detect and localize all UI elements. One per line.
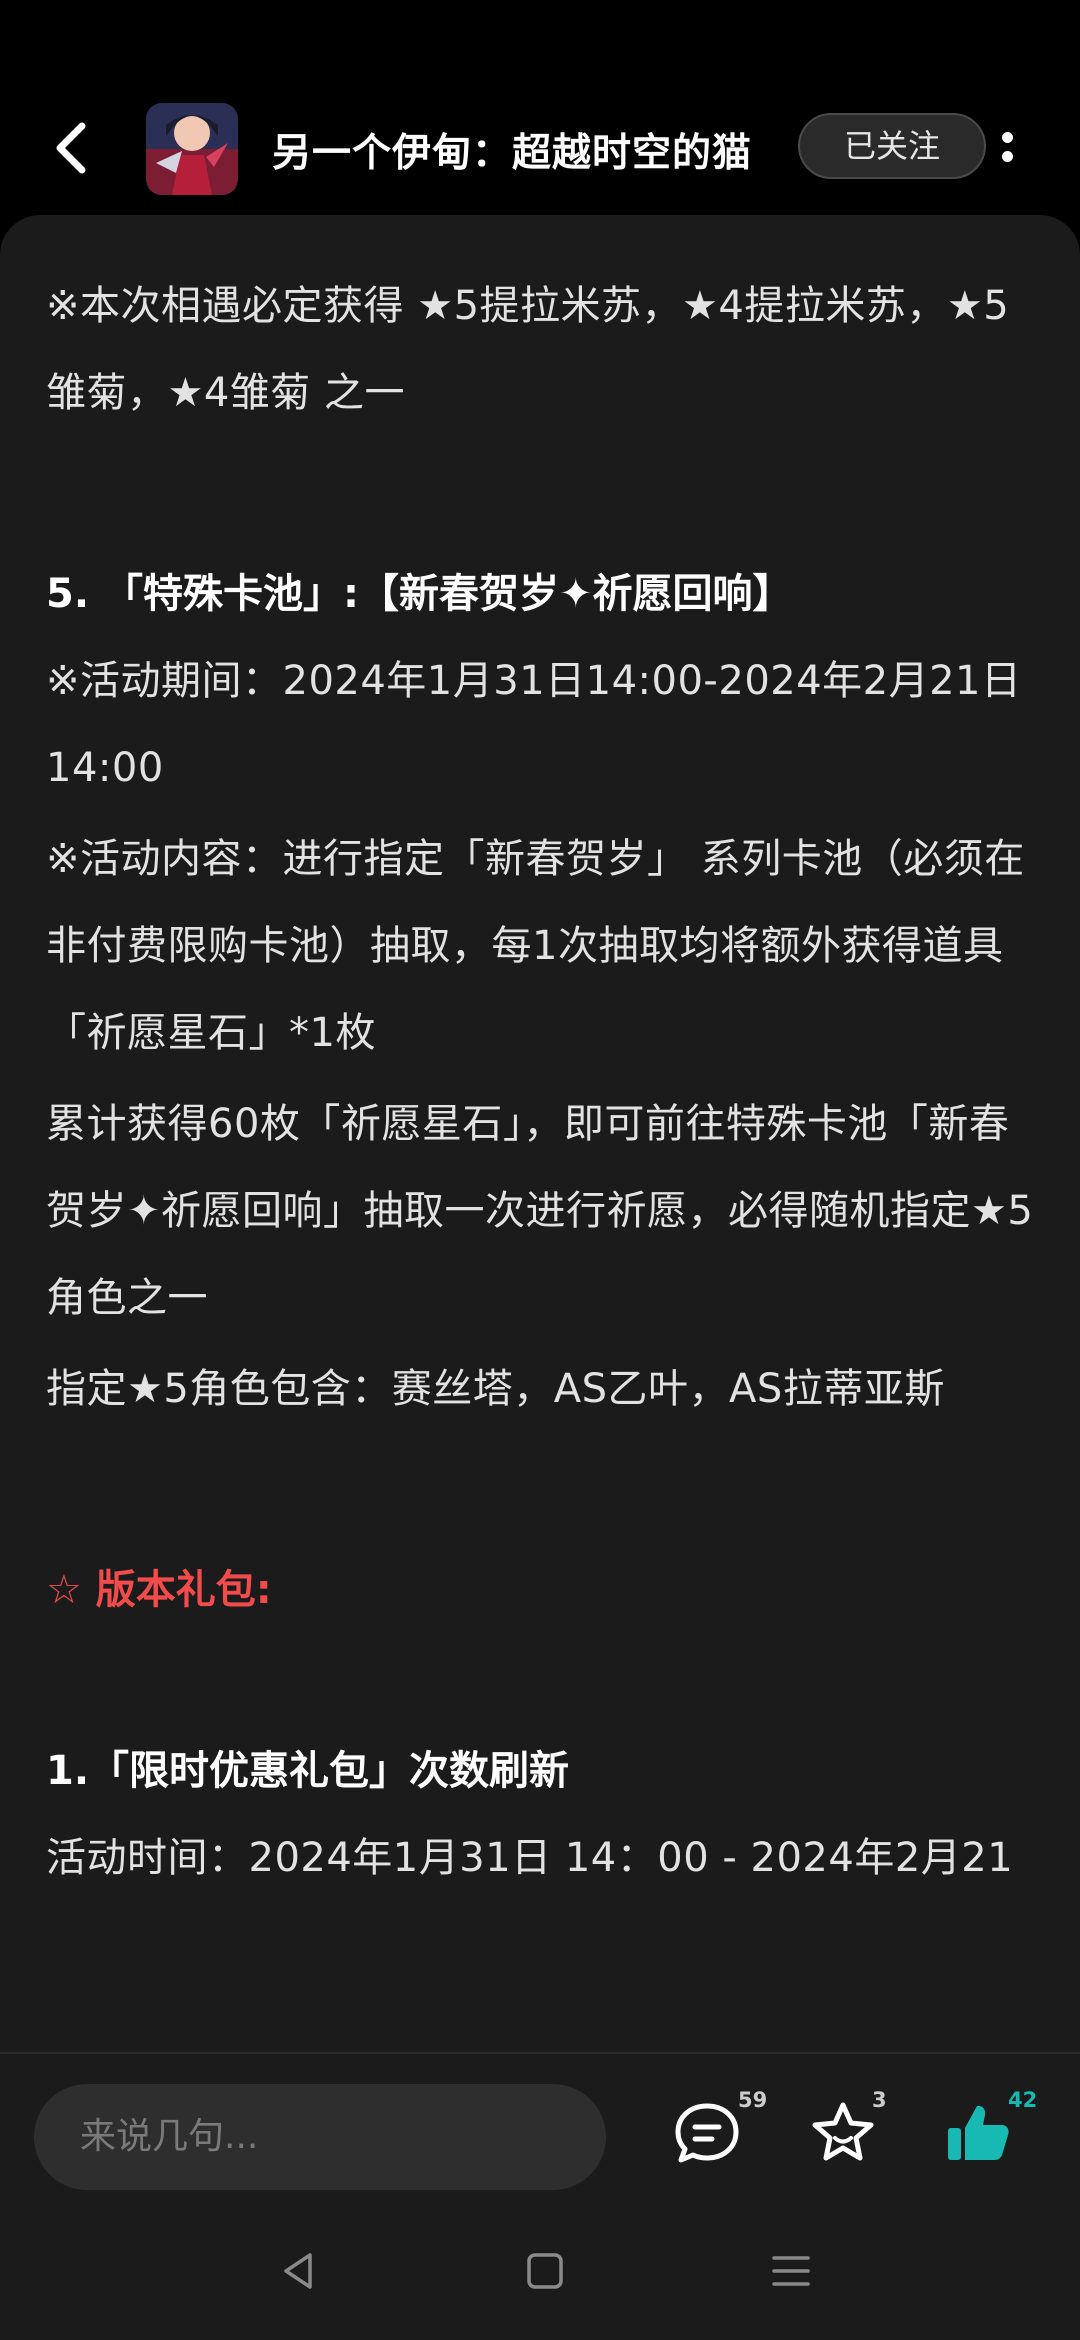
star-icon bbox=[812, 2102, 874, 2161]
nav-home-button[interactable] bbox=[520, 2246, 570, 2296]
top-app-bar: 另一个伊甸：超越时空的猫 已关注 bbox=[0, 0, 1080, 215]
like-count: 42 bbox=[1008, 2088, 1038, 2112]
comment-button[interactable] bbox=[672, 2098, 742, 2168]
follow-button[interactable]: 已关注 bbox=[798, 113, 986, 179]
article-paragraph: 累计获得60枚「祈愿星石」，即可前往特殊卡池「新春贺岁✦祈愿回响」抽取一次进行祈… bbox=[46, 1101, 1034, 1321]
article-paragraph: ※本次相遇必定获得 ★5提拉米苏，★4提拉米苏，★5雏菊，★4雏菊 之一 bbox=[46, 283, 1010, 416]
square-home-icon bbox=[527, 2253, 563, 2289]
page-title: 另一个伊甸：超越时空的猫 bbox=[272, 131, 753, 176]
more-vertical-icon bbox=[992, 132, 1022, 162]
like-button[interactable] bbox=[944, 2098, 1014, 2168]
favorite-button[interactable] bbox=[808, 2098, 878, 2168]
back-button[interactable] bbox=[44, 112, 104, 184]
bottom-action-bar: 来说几句... 59 3 42 bbox=[0, 2052, 1080, 2204]
favorite-count: 3 bbox=[872, 2088, 887, 2112]
system-navigation-bar bbox=[0, 2202, 1080, 2340]
game-avatar[interactable] bbox=[146, 103, 238, 195]
article-paragraph: ※活动期间：2024年1月31日14:00-2024年2月21日14:00 bbox=[46, 658, 1022, 791]
article-card: 活动期间限1次 ※本次相遇必定获得 ★5提拉米苏，★4提拉米苏，★5雏菊，★4雏… bbox=[0, 215, 1080, 2055]
thumbs-up-icon bbox=[948, 2105, 1009, 2160]
article-body: ※本次相遇必定获得 ★5提拉米苏，★4提拉米苏，★5雏菊，★4雏菊 之一 5. … bbox=[46, 263, 1036, 1906]
section-heading: 5. 「特殊卡池」:【新春贺岁✦祈愿回响】 bbox=[46, 571, 793, 617]
article-cut-line: 活动期间限1次 bbox=[46, 215, 311, 223]
chevron-left-icon bbox=[56, 122, 86, 174]
comment-icon bbox=[675, 2103, 739, 2163]
article-paragraph: ※活动内容：进行指定「新春贺岁」 系列卡池（必须在非付费限购卡池）抽取，每1次抽… bbox=[46, 836, 1025, 1056]
article-paragraph: 活动时间：2024年1月31日 14：00 - 2024年2月21 bbox=[46, 1835, 1014, 1881]
nav-menu-button[interactable] bbox=[766, 2246, 816, 2296]
game-avatar-image bbox=[146, 103, 238, 195]
comment-input[interactable]: 来说几句... bbox=[34, 2084, 606, 2190]
nav-back-button[interactable] bbox=[274, 2246, 324, 2296]
triangle-back-icon bbox=[284, 2253, 312, 2289]
article-paragraph: 指定★5角色包含：赛丝塔，AS乙叶，AS拉蒂亚斯 bbox=[46, 1366, 945, 1412]
more-button[interactable] bbox=[992, 124, 1022, 174]
section-heading: 1.「限时优惠礼包」次数刷新 bbox=[46, 1748, 570, 1794]
comment-count: 59 bbox=[738, 2088, 768, 2112]
section-heading-gift: ☆ 版本礼包: bbox=[46, 1567, 272, 1613]
menu-lines-icon bbox=[772, 2256, 810, 2286]
